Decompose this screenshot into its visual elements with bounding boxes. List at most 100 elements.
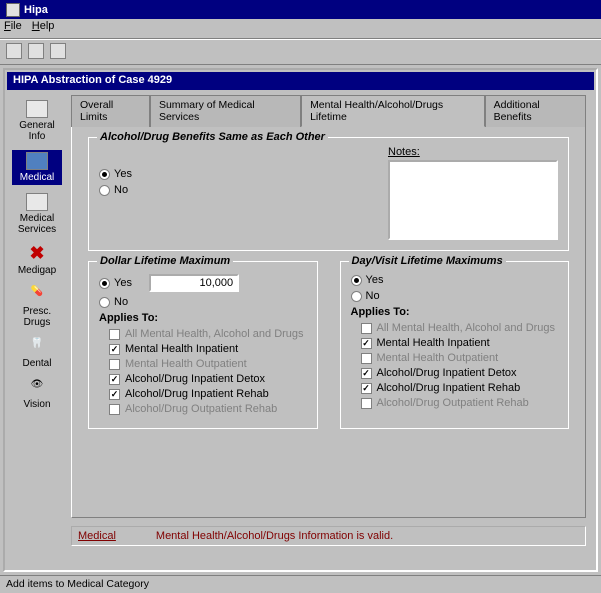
menu-help[interactable]: Help	[32, 20, 55, 37]
radio-label: No	[114, 296, 128, 308]
checkbox-icon	[361, 368, 372, 379]
applies-to-label: Applies To:	[99, 312, 307, 324]
sidebar-label: Dental	[23, 358, 52, 369]
chk-aout[interactable]: Alcohol/Drug Outpatient Rehab	[361, 397, 559, 409]
title-bar: Hipa	[0, 0, 601, 19]
chk-label: All Mental Health, Alcohol and Drugs	[125, 328, 304, 340]
day-yes-row[interactable]: Yes	[351, 274, 559, 286]
chk-label: No	[366, 290, 380, 302]
tab-summary-medical[interactable]: Summary of Medical Services	[150, 95, 301, 127]
chk-label: Alcohol/Drug Outpatient Rehab	[125, 403, 277, 415]
tab-strip: Overall Limits Summary of Medical Servic…	[71, 94, 586, 126]
sidebar-vision[interactable]: 👁 Vision	[12, 377, 62, 412]
checkbox-icon	[109, 389, 120, 400]
window-title: Hipa	[24, 4, 48, 16]
medical-icon	[26, 152, 48, 170]
checkbox-icon	[361, 338, 372, 349]
vision-icon: 👁	[26, 379, 48, 397]
chk-label: Mental Health Outpatient	[125, 358, 247, 370]
group-title: Day/Visit Lifetime Maximums	[349, 255, 506, 267]
radio-label: Yes	[114, 168, 132, 180]
chk-all[interactable]: All Mental Health, Alcohol and Drugs	[109, 328, 307, 340]
status-bar: Add items to Medical Category	[0, 575, 601, 593]
chk-label: Alcohol/Drug Outpatient Rehab	[377, 397, 529, 409]
checkbox-icon	[361, 398, 372, 409]
chk-adetox[interactable]: Alcohol/Drug Inpatient Detox	[109, 373, 307, 385]
status-message: Mental Health/Alcohol/Drugs Information …	[156, 530, 393, 542]
sidebar-label: Presc. Drugs	[14, 306, 60, 328]
radio-icon	[99, 278, 110, 289]
chk-label: Alcohol/Drug Inpatient Rehab	[377, 382, 521, 394]
group-same-benefits: Alcohol/Drug Benefits Same as Each Other…	[88, 137, 569, 251]
sidebar-label: Medigap	[18, 265, 56, 276]
chk-mhi[interactable]: Mental Health Inpatient	[109, 343, 307, 355]
same-yes-row[interactable]: Yes	[99, 168, 370, 180]
chk-label: Mental Health Inpatient	[125, 343, 238, 355]
radio-icon	[99, 169, 110, 180]
sidebar-label: Vision	[23, 399, 50, 410]
checkbox-icon	[109, 329, 120, 340]
radio-icon	[351, 291, 362, 302]
sidebar-medigap[interactable]: ✖ Medigap	[12, 243, 62, 278]
chk-label: Mental Health Outpatient	[377, 352, 499, 364]
radio-label: Yes	[114, 277, 132, 289]
checkbox-icon	[109, 359, 120, 370]
chk-label: Alcohol/Drug Inpatient Detox	[377, 367, 517, 379]
chk-label: Alcohol/Drug Inpatient Rehab	[125, 388, 269, 400]
sidebar-presc-drugs[interactable]: 💊Presc. Drugs	[12, 284, 62, 330]
general-icon	[26, 100, 48, 118]
tools-icon[interactable]	[50, 43, 66, 59]
validation-status: Medical Mental Health/Alcohol/Drugs Info…	[71, 526, 586, 546]
tab-panel: Alcohol/Drug Benefits Same as Each Other…	[71, 126, 586, 518]
chk-label: Alcohol/Drug Inpatient Detox	[125, 373, 265, 385]
checkbox-icon	[361, 383, 372, 394]
notes-textarea[interactable]	[388, 160, 558, 240]
dollar-yes-row[interactable]: Yes 10,000	[99, 274, 307, 292]
radio-icon	[99, 297, 110, 308]
group-dollar-lifetime: Dollar Lifetime Maximum Yes 10,000 No Ap…	[88, 261, 318, 429]
medical-services-icon	[26, 193, 48, 211]
panel-title: HIPA Abstraction of Case 4929	[7, 72, 594, 90]
chk-mhi[interactable]: Mental Health Inpatient	[361, 337, 559, 349]
chk-aout[interactable]: Alcohol/Drug Outpatient Rehab	[109, 403, 307, 415]
radio-icon	[99, 185, 110, 196]
applies-to-label: Applies To:	[351, 306, 559, 318]
sidebar-medical[interactable]: Medical	[12, 150, 62, 185]
group-day-visit: Day/Visit Lifetime Maximums Yes No Appli…	[340, 261, 570, 429]
sidebar-label: Medical	[20, 172, 54, 183]
checkbox-icon	[109, 344, 120, 355]
sidebar-label: Medical Services	[14, 213, 60, 235]
tab-overall-limits[interactable]: Overall Limits	[71, 95, 150, 127]
chk-arehab[interactable]: Alcohol/Drug Inpatient Rehab	[361, 382, 559, 394]
chk-mho[interactable]: Mental Health Outpatient	[361, 352, 559, 364]
x-icon: ✖	[26, 245, 48, 263]
checkbox-icon	[361, 323, 372, 334]
toolbar	[0, 39, 601, 65]
chk-adetox[interactable]: Alcohol/Drug Inpatient Detox	[361, 367, 559, 379]
group-title: Alcohol/Drug Benefits Same as Each Other	[97, 131, 328, 143]
save-icon[interactable]	[6, 43, 22, 59]
chk-mho[interactable]: Mental Health Outpatient	[109, 358, 307, 370]
checkbox-icon	[361, 353, 372, 364]
radio-label: No	[114, 184, 128, 196]
radio-label: Yes	[366, 274, 384, 286]
chk-arehab[interactable]: Alcohol/Drug Inpatient Rehab	[109, 388, 307, 400]
sidebar-medical-services[interactable]: Medical Services	[12, 191, 62, 237]
group-title: Dollar Lifetime Maximum	[97, 255, 233, 267]
radio-icon	[351, 275, 362, 286]
day-no-row[interactable]: No	[351, 290, 559, 302]
chk-all[interactable]: All Mental Health, Alcohol and Drugs	[361, 322, 559, 334]
menu-file[interactable]: File	[4, 20, 22, 37]
dental-icon: 🦷	[26, 338, 48, 356]
checkbox-icon	[109, 404, 120, 415]
dollar-no-row[interactable]: No	[99, 296, 307, 308]
checkbox-icon	[109, 374, 120, 385]
sidebar-dental[interactable]: 🦷 Dental	[12, 336, 62, 371]
tab-mental-health[interactable]: Mental Health/Alcohol/Drugs Lifetime	[301, 95, 485, 127]
tab-additional-benefits[interactable]: Additional Benefits	[485, 95, 586, 127]
sidebar: General Info Medical Medical Services ✖ M…	[7, 90, 67, 568]
same-no-row[interactable]: No	[99, 184, 370, 196]
sidebar-general-info[interactable]: General Info	[12, 98, 62, 144]
open-icon[interactable]	[28, 43, 44, 59]
dollar-value-input[interactable]: 10,000	[149, 274, 239, 292]
